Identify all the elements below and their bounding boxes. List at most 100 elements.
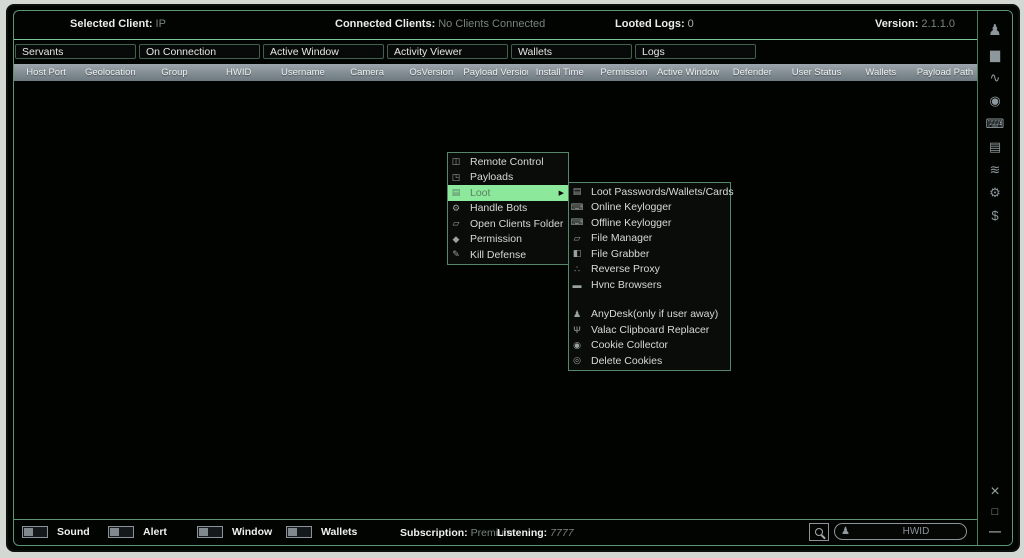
table-column-header[interactable]: Host Port xyxy=(14,64,78,81)
tab-activity-viewer[interactable]: Activity Viewer xyxy=(387,44,508,59)
window-toggle[interactable]: Window xyxy=(197,526,272,538)
tab-bar: Servants On Connection Active Window Act… xyxy=(14,40,977,62)
menu-item-label: Payloads xyxy=(470,171,513,183)
connected-clients-label: Connected Clients: xyxy=(335,18,435,30)
menu-item-remote-control[interactable]: ◫ Remote Control xyxy=(448,154,568,170)
submenu-item-file-grabber[interactable]: ◧ File Grabber xyxy=(569,246,730,262)
submenu-group-divider xyxy=(569,293,730,307)
search-icon xyxy=(815,528,823,536)
looted-logs-label: Looted Logs: xyxy=(615,18,685,30)
clipboard-replacer-icon: Ψ xyxy=(569,325,585,335)
wifi-icon[interactable]: ≋ xyxy=(990,163,1001,176)
table-column-header[interactable]: Camera xyxy=(335,64,399,81)
menu-item-label: Open Clients Folder xyxy=(470,218,563,230)
maximize-button[interactable]: □ xyxy=(992,507,999,518)
version-status: Version:2.1.1.0 xyxy=(875,18,955,30)
table-column-header[interactable]: Username xyxy=(271,64,335,81)
share-icon: ∴ xyxy=(569,264,585,275)
hwid-search-field[interactable]: ♟ xyxy=(834,523,967,540)
table-column-header[interactable]: Geolocation xyxy=(78,64,142,81)
listening-label: Listening: xyxy=(497,527,547,539)
menu-item-loot[interactable]: ▤ Loot ▶ xyxy=(448,185,568,201)
toggle-checkbox[interactable] xyxy=(197,526,223,538)
tab-wallets[interactable]: Wallets xyxy=(511,44,632,59)
menu-item-label: Handle Bots xyxy=(470,202,527,214)
submenu-item-label: Cookie Collector xyxy=(591,339,668,351)
bottom-bar: Sound Alert Window Wallets Subscription:… xyxy=(14,519,977,545)
submenu-item-delete-cookies[interactable]: ◎ Delete Cookies xyxy=(569,353,730,369)
user-icon[interactable]: ♟ xyxy=(988,23,1001,38)
table-column-header[interactable]: Group xyxy=(142,64,206,81)
submenu-item-label: Reverse Proxy xyxy=(591,263,660,275)
sound-toggle[interactable]: Sound xyxy=(22,526,90,538)
table-column-header[interactable]: User Status xyxy=(784,64,848,81)
submenu-item-loot-passwords[interactable]: ▤ Loot Passwords/Wallets/Cards xyxy=(569,184,730,200)
menu-item-open-clients-folder[interactable]: ▱ Open Clients Folder xyxy=(448,216,568,232)
window-icon: ▬ xyxy=(569,280,585,290)
submenu-item-label: Offline Keylogger xyxy=(591,217,671,229)
money-icon[interactable]: $ xyxy=(991,209,998,222)
submenu-item-label: Online Keylogger xyxy=(591,201,672,213)
close-button[interactable]: × xyxy=(990,484,999,500)
table-column-header[interactable]: Defender xyxy=(720,64,784,81)
tab-servants[interactable]: Servants xyxy=(15,44,136,59)
connected-clients-value: No Clients Connected xyxy=(438,18,545,30)
table-column-header[interactable]: Permission xyxy=(592,64,656,81)
table-column-header[interactable]: OsVersion xyxy=(399,64,463,81)
keyboard-icon: ⌨ xyxy=(569,202,585,213)
keyboard-icon: ⌨ xyxy=(569,217,585,228)
table-column-header[interactable]: Install Time xyxy=(528,64,592,81)
tab-active-window[interactable]: Active Window xyxy=(263,44,384,59)
submenu-item-anydesk[interactable]: ♟ AnyDesk(only if user away) xyxy=(569,307,730,323)
menu-item-label: Permission xyxy=(470,233,522,245)
tab-label: On Connection xyxy=(146,46,216,58)
table-column-header[interactable]: HWID xyxy=(207,64,271,81)
activity-monitor-icon[interactable]: ∿ xyxy=(990,71,1001,84)
menu-item-label: Kill Defense xyxy=(470,249,526,261)
settings-gears-icon[interactable]: ⚙ xyxy=(989,186,1001,199)
tab-logs[interactable]: Logs xyxy=(635,44,756,59)
toggle-checkbox[interactable] xyxy=(22,526,48,538)
app-window: Selected Client:IP Connected Clients:No … xyxy=(6,4,1020,552)
menu-item-payloads[interactable]: ◳ Payloads xyxy=(448,170,568,186)
cookie-delete-icon: ◎ xyxy=(569,355,585,366)
table-column-header[interactable]: Payload Version xyxy=(463,64,527,81)
search-button[interactable] xyxy=(809,523,829,541)
alert-toggle[interactable]: Alert xyxy=(108,526,167,538)
selected-client-label: Selected Client: xyxy=(70,18,153,30)
submenu-item-label: File Grabber xyxy=(591,248,649,260)
hwid-search-input[interactable] xyxy=(850,526,992,537)
submenu-item-file-manager[interactable]: ▱ File Manager xyxy=(569,231,730,247)
tab-label: Activity Viewer xyxy=(394,46,462,58)
toggle-checkbox[interactable] xyxy=(108,526,134,538)
menu-item-permission[interactable]: ◆ Permission xyxy=(448,232,568,248)
table-column-header[interactable]: Wallets xyxy=(849,64,913,81)
sidebar: ♟▆∿◉⌨▤≋⚙$ ×□— xyxy=(978,11,1012,545)
clients-table-body xyxy=(14,81,977,519)
screen-icon[interactable]: ▆ xyxy=(990,48,1000,61)
menu-item-kill-defense[interactable]: ✎ Kill Defense xyxy=(448,247,568,263)
loot-icon: ▤ xyxy=(448,187,464,198)
eye-viewer-icon[interactable]: ◉ xyxy=(989,94,1000,107)
submenu-item-offline-keylogger[interactable]: ⌨ Offline Keylogger xyxy=(569,215,730,231)
files-icon[interactable]: ▤ xyxy=(989,140,1001,153)
shield-icon: ◆ xyxy=(448,234,464,245)
handle-bots-icon: ⚙ xyxy=(448,203,464,214)
submenu-item-online-keylogger[interactable]: ⌨ Online Keylogger xyxy=(569,200,730,216)
toggle-label: Window xyxy=(232,526,272,538)
cookie-icon: ◉ xyxy=(569,340,585,351)
table-column-header[interactable]: Payload Path xyxy=(913,64,977,81)
wallets-toggle[interactable]: Wallets xyxy=(286,526,357,538)
toggle-checkbox[interactable] xyxy=(286,526,312,538)
connected-clients-status: Connected Clients:No Clients Connected xyxy=(335,18,545,30)
submenu-item-valac-clipboard[interactable]: Ψ Valac Clipboard Replacer xyxy=(569,322,730,338)
submenu-item-hvnc-browsers[interactable]: ▬ Hvnc Browsers xyxy=(569,277,730,293)
keylogger-icon[interactable]: ⌨ xyxy=(986,117,1005,130)
submenu-item-cookie-collector[interactable]: ◉ Cookie Collector xyxy=(569,338,730,354)
menu-item-handle-bots[interactable]: ⚙ Handle Bots xyxy=(448,201,568,217)
submenu-item-label: Loot Passwords/Wallets/Cards xyxy=(591,186,734,198)
submenu-item-label: AnyDesk(only if user away) xyxy=(591,308,718,320)
table-column-header[interactable]: Active Window xyxy=(656,64,720,81)
tab-on-connection[interactable]: On Connection xyxy=(139,44,260,59)
submenu-item-reverse-proxy[interactable]: ∴ Reverse Proxy xyxy=(569,262,730,278)
